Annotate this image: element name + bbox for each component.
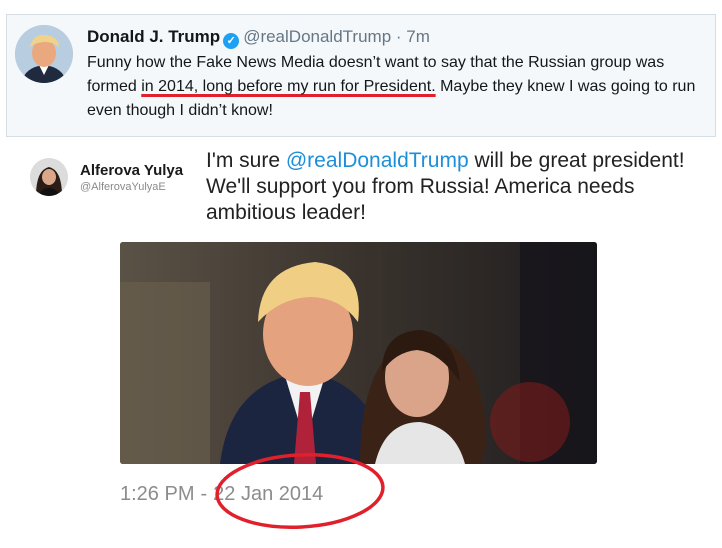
mention-link: @realDonaldTrump xyxy=(285,149,469,172)
profile-photo-icon[interactable] xyxy=(15,25,73,83)
embedded-tweet-text: I'm sure @realDonaldTrump will be great … xyxy=(206,148,706,226)
tweet-timestamp[interactable]: 7m xyxy=(406,27,430,46)
embedded-text-start: I'm sure xyxy=(206,149,286,172)
embedded-author-handle: @AlferovaYulyaE xyxy=(80,181,166,193)
red-circle-annotation xyxy=(215,453,385,529)
embedded-author-name: Alferova Yulya xyxy=(80,162,184,179)
profile-photo-icon xyxy=(30,158,68,196)
author-handle[interactable]: @realDonaldTrump xyxy=(243,27,391,46)
quoted-tweet-card[interactable]: Donald J. Trump ✓ @realDonaldTrump · 7m Fu… xyxy=(6,14,716,137)
embedded-tweet-screenshot: Alferova Yulya @AlferovaYulyaE I'm sure … xyxy=(0,140,722,548)
tweet-photo xyxy=(120,242,597,464)
author-name[interactable]: Donald J. Trump xyxy=(87,27,220,46)
tweet-header: Donald J. Trump ✓ @realDonaldTrump · 7m xyxy=(87,25,430,49)
time-separator: - xyxy=(200,483,208,505)
embedded-time: 1:26 PM xyxy=(120,483,195,505)
verified-badge-icon: ✓ xyxy=(223,33,240,49)
underlined-phrase: in 2014, long before my run for Presiden… xyxy=(141,78,436,95)
tweet-text: Funny how the Fake News Media doesn’t wa… xyxy=(87,51,712,123)
separator-dot: · xyxy=(395,27,402,46)
